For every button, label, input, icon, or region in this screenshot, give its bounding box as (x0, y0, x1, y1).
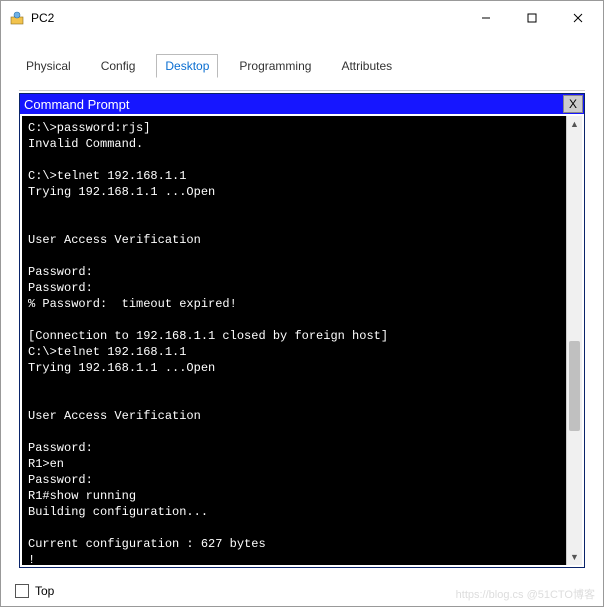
footer: Top (15, 584, 54, 598)
watermark-text: https://blog.cs @51CTO博客 (456, 586, 595, 602)
terminal-container: C:\>password:rjs] Invalid Command. C:\>t… (22, 116, 582, 565)
tab-desktop[interactable]: Desktop (156, 54, 218, 78)
command-prompt-close-button[interactable]: X (563, 95, 583, 113)
top-checkbox[interactable] (15, 584, 29, 598)
command-prompt-titlebar[interactable]: Command Prompt X (20, 94, 584, 114)
scroll-down-arrow[interactable]: ▼ (567, 549, 582, 565)
close-button[interactable] (555, 3, 601, 33)
scroll-thumb[interactable] (569, 341, 580, 431)
titlebar[interactable]: PC2 (1, 1, 603, 35)
minimize-button[interactable] (463, 3, 509, 33)
command-prompt-window: Command Prompt X C:\>password:rjs] Inval… (19, 93, 585, 568)
tab-strip: Physical Config Desktop Programming Attr… (1, 48, 603, 78)
command-prompt-title: Command Prompt (24, 97, 563, 112)
content-area: Command Prompt X C:\>password:rjs] Inval… (19, 90, 585, 568)
tab-attributes[interactable]: Attributes (332, 54, 401, 78)
terminal-output[interactable]: C:\>password:rjs] Invalid Command. C:\>t… (22, 116, 566, 565)
maximize-button[interactable] (509, 3, 555, 33)
top-checkbox-label: Top (35, 584, 54, 598)
tab-config[interactable]: Config (92, 54, 145, 78)
terminal-scrollbar[interactable]: ▲ ▼ (566, 116, 582, 565)
tab-physical[interactable]: Physical (17, 54, 80, 78)
app-window: PC2 Physical Config Desktop Programming … (0, 0, 604, 607)
window-title: PC2 (31, 11, 463, 25)
scroll-up-arrow[interactable]: ▲ (567, 116, 582, 132)
tab-programming[interactable]: Programming (230, 54, 320, 78)
app-icon (9, 10, 25, 26)
